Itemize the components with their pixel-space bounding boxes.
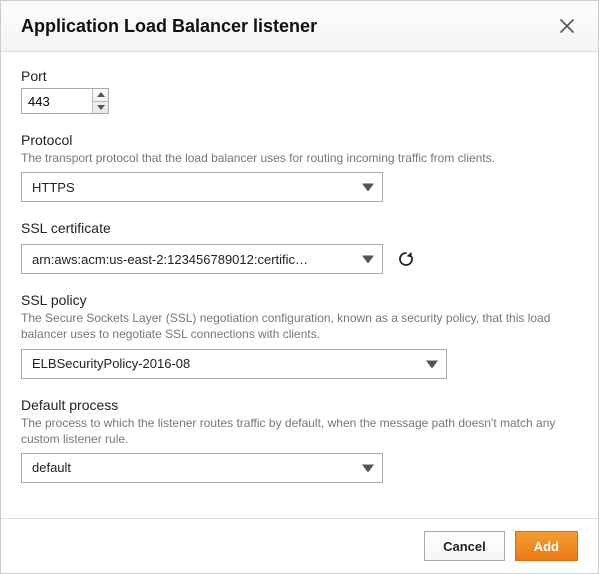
- ssl-policy-label: SSL policy: [21, 292, 578, 308]
- refresh-certificates-button[interactable]: [393, 246, 419, 272]
- ssl-policy-help: The Secure Sockets Layer (SSL) negotiati…: [21, 310, 578, 342]
- caret-down-icon: [362, 180, 374, 195]
- port-label: Port: [21, 68, 578, 84]
- add-button[interactable]: Add: [515, 531, 578, 561]
- port-spinner: [92, 89, 108, 113]
- port-step-down[interactable]: [93, 101, 108, 114]
- dialog-title: Application Load Balancer listener: [21, 16, 317, 37]
- dialog-header: Application Load Balancer listener: [1, 1, 598, 52]
- field-port: Port: [21, 68, 578, 114]
- ssl-certificate-select[interactable]: arn:aws:acm:us-east-2:123456789012:certi…: [21, 244, 383, 274]
- caret-down-icon: [426, 356, 438, 371]
- chevron-down-icon: [97, 105, 105, 110]
- protocol-select[interactable]: HTTPS: [21, 172, 383, 202]
- default-process-help: The process to which the listener routes…: [21, 415, 578, 447]
- ssl-certificate-value: arn:aws:acm:us-east-2:123456789012:certi…: [32, 252, 348, 267]
- ssl-certificate-label: SSL certificate: [21, 220, 578, 236]
- field-ssl-certificate: SSL certificate arn:aws:acm:us-east-2:12…: [21, 220, 578, 274]
- protocol-label: Protocol: [21, 132, 578, 148]
- cancel-button[interactable]: Cancel: [424, 531, 505, 561]
- field-ssl-policy: SSL policy The Secure Sockets Layer (SSL…: [21, 292, 578, 378]
- ssl-policy-value: ELBSecurityPolicy-2016-08: [32, 356, 412, 371]
- close-icon: [560, 19, 574, 33]
- protocol-help: The transport protocol that the load bal…: [21, 150, 578, 166]
- port-step-up[interactable]: [93, 89, 108, 101]
- dialog-footer: Cancel Add: [1, 518, 598, 573]
- default-process-value: default: [32, 460, 348, 475]
- chevron-up-icon: [97, 92, 105, 97]
- caret-down-icon: [362, 252, 374, 267]
- dialog-body: Port Protocol The transport protocol tha…: [1, 52, 598, 518]
- close-button[interactable]: [556, 15, 578, 37]
- default-process-select[interactable]: default: [21, 453, 383, 483]
- caret-down-icon: [362, 460, 374, 475]
- ssl-policy-select[interactable]: ELBSecurityPolicy-2016-08: [21, 349, 447, 379]
- field-default-process: Default process The process to which the…: [21, 397, 578, 483]
- default-process-label: Default process: [21, 397, 578, 413]
- field-protocol: Protocol The transport protocol that the…: [21, 132, 578, 202]
- protocol-value: HTTPS: [32, 180, 348, 195]
- refresh-icon: [397, 250, 415, 268]
